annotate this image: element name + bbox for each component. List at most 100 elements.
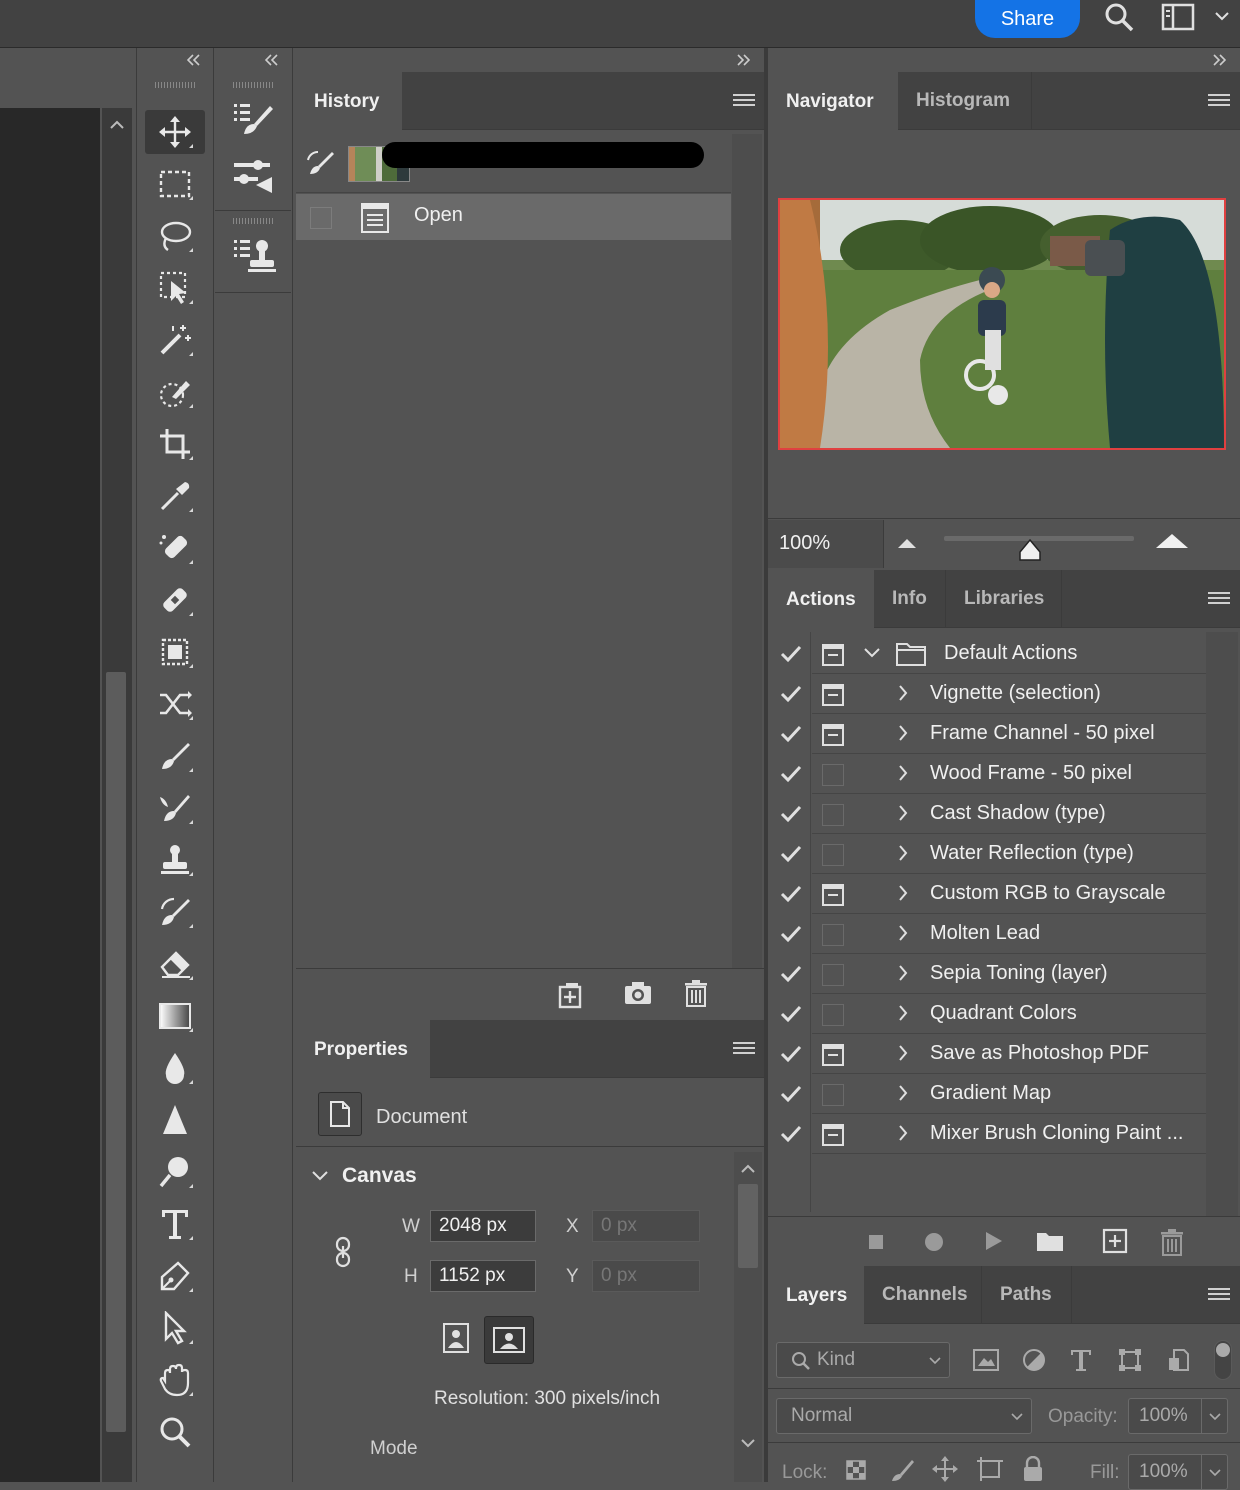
spot-healing-tool[interactable] bbox=[145, 526, 205, 570]
zoom-out-mountain-icon[interactable] bbox=[896, 536, 918, 550]
gradient-tool[interactable] bbox=[145, 994, 205, 1038]
dialog-toggle-icon[interactable] bbox=[822, 884, 844, 906]
portrait-orientation-button[interactable] bbox=[438, 1318, 474, 1358]
panel-menu-icon[interactable] bbox=[733, 1042, 755, 1058]
chevron-right-icon[interactable] bbox=[898, 924, 908, 942]
action-row[interactable]: Gradient Map bbox=[768, 1074, 1208, 1114]
check-icon[interactable] bbox=[780, 884, 802, 904]
tab-actions[interactable]: Actions bbox=[768, 570, 874, 630]
check-icon[interactable] bbox=[780, 964, 802, 984]
type-tool[interactable] bbox=[145, 1202, 205, 1246]
action-row[interactable]: Custom RGB to Grayscale bbox=[768, 874, 1208, 914]
tab-history[interactable]: History bbox=[296, 72, 402, 132]
scroll-up-icon[interactable] bbox=[110, 120, 124, 130]
panel-grip[interactable] bbox=[233, 218, 273, 224]
collapse-left-icon[interactable] bbox=[187, 54, 201, 66]
zoom-tool[interactable] bbox=[145, 1410, 205, 1454]
chevron-right-icon[interactable] bbox=[898, 1044, 908, 1062]
document-canvas[interactable] bbox=[0, 108, 100, 1482]
eraser-tool[interactable] bbox=[145, 942, 205, 986]
check-icon[interactable] bbox=[780, 684, 802, 704]
tab-histogram[interactable]: Histogram bbox=[898, 72, 1032, 130]
actions-scroll-track[interactable] bbox=[1206, 632, 1238, 1216]
action-row[interactable]: Save as Photoshop PDF bbox=[768, 1034, 1208, 1074]
adjustments-icon[interactable] bbox=[227, 154, 281, 198]
expand-right-icon[interactable] bbox=[736, 54, 750, 66]
dialog-toggle-icon[interactable] bbox=[822, 684, 844, 706]
shuffle-tool[interactable] bbox=[145, 682, 205, 726]
delete-action-icon[interactable] bbox=[1160, 1228, 1184, 1256]
path-selection-tool[interactable] bbox=[145, 1306, 205, 1350]
check-icon[interactable] bbox=[780, 1084, 802, 1104]
panel-grip[interactable] bbox=[155, 82, 195, 88]
history-scroll-track[interactable] bbox=[732, 134, 762, 1014]
canvas-height-field[interactable]: 1152 px bbox=[430, 1260, 536, 1292]
brush-tool[interactable] bbox=[145, 734, 205, 778]
panel-menu-icon[interactable] bbox=[1208, 592, 1230, 608]
content-aware-tool[interactable] bbox=[145, 630, 205, 674]
dialog-toggle-empty[interactable] bbox=[822, 1004, 844, 1026]
chevron-down-icon[interactable] bbox=[312, 1170, 328, 1182]
new-document-from-state-icon[interactable] bbox=[556, 981, 586, 1009]
blur-tool[interactable] bbox=[145, 1046, 205, 1090]
chevron-down-icon[interactable] bbox=[864, 648, 880, 658]
dialog-toggle-icon[interactable] bbox=[822, 1044, 844, 1066]
panel-menu-icon[interactable] bbox=[733, 94, 755, 110]
magic-wand-tool[interactable] bbox=[145, 318, 205, 362]
scrollbar-thumb[interactable] bbox=[106, 672, 126, 1432]
tab-info[interactable]: Info bbox=[874, 570, 946, 628]
history-snapshot[interactable] bbox=[296, 134, 731, 192]
check-icon[interactable] bbox=[780, 844, 802, 864]
search-icon[interactable] bbox=[1100, 0, 1138, 34]
tab-properties[interactable]: Properties bbox=[296, 1020, 430, 1080]
chevron-right-icon[interactable] bbox=[898, 964, 908, 982]
check-icon[interactable] bbox=[780, 644, 802, 664]
canvas-y-field[interactable]: 0 px bbox=[592, 1260, 700, 1292]
collapse-left-icon[interactable] bbox=[265, 54, 279, 66]
workspace-icon[interactable] bbox=[1158, 0, 1198, 34]
smart-object-filter-icon[interactable] bbox=[1168, 1348, 1190, 1372]
check-icon[interactable] bbox=[780, 1124, 802, 1144]
lock-position-move-icon[interactable] bbox=[932, 1456, 958, 1482]
properties-scroll-thumb[interactable] bbox=[738, 1184, 758, 1268]
tab-layers[interactable]: Layers bbox=[768, 1266, 864, 1326]
panel-menu-icon[interactable] bbox=[1208, 1288, 1230, 1304]
chevron-right-icon[interactable] bbox=[898, 1084, 908, 1102]
zoom-slider-thumb[interactable] bbox=[1018, 538, 1042, 562]
tab-navigator[interactable]: Navigator bbox=[768, 72, 898, 132]
action-row[interactable]: Molten Lead bbox=[768, 914, 1208, 954]
clone-stamp-tool[interactable] bbox=[145, 838, 205, 882]
action-row[interactable]: Sepia Toning (layer) bbox=[768, 954, 1208, 994]
tab-channels[interactable]: Channels bbox=[864, 1266, 982, 1324]
type-layer-filter-icon[interactable] bbox=[1070, 1348, 1092, 1372]
history-brush-tool[interactable] bbox=[145, 890, 205, 934]
history-brush-source-icon[interactable] bbox=[306, 150, 336, 178]
eyedropper-tool[interactable] bbox=[145, 474, 205, 518]
history-source-checkbox[interactable] bbox=[310, 207, 332, 229]
opacity-field[interactable]: 100% bbox=[1128, 1398, 1228, 1434]
pixel-layer-filter-icon[interactable] bbox=[972, 1348, 1000, 1372]
filter-toggle-switch[interactable] bbox=[1214, 1340, 1232, 1380]
share-button[interactable]: Share bbox=[975, 0, 1080, 38]
dialog-toggle-empty[interactable] bbox=[822, 764, 844, 786]
crop-tool[interactable] bbox=[145, 422, 205, 466]
action-set-row[interactable]: Default Actions bbox=[768, 634, 1208, 674]
chevron-right-icon[interactable] bbox=[898, 724, 908, 742]
lock-artboard-icon[interactable] bbox=[976, 1456, 1004, 1482]
action-row[interactable]: Water Reflection (type) bbox=[768, 834, 1208, 874]
fill-field[interactable]: 100% bbox=[1128, 1454, 1228, 1490]
mixer-brush-tool[interactable] bbox=[145, 786, 205, 830]
panel-menu-icon[interactable] bbox=[1208, 94, 1230, 110]
panel-grip[interactable] bbox=[233, 82, 273, 88]
check-icon[interactable] bbox=[780, 924, 802, 944]
zoom-field[interactable]: 100% bbox=[768, 520, 884, 568]
lasso-tool[interactable] bbox=[145, 214, 205, 258]
expand-right-icon[interactable] bbox=[1212, 54, 1226, 66]
zoom-level-text[interactable]: 100% bbox=[779, 532, 830, 555]
dialog-toggle-icon[interactable] bbox=[822, 644, 844, 666]
scroll-down-icon[interactable] bbox=[741, 1438, 755, 1448]
lock-transparent-icon[interactable] bbox=[846, 1460, 868, 1482]
tab-paths[interactable]: Paths bbox=[982, 1266, 1072, 1324]
layer-filter-kind[interactable]: Kind bbox=[776, 1342, 950, 1378]
tab-libraries[interactable]: Libraries bbox=[946, 570, 1062, 628]
